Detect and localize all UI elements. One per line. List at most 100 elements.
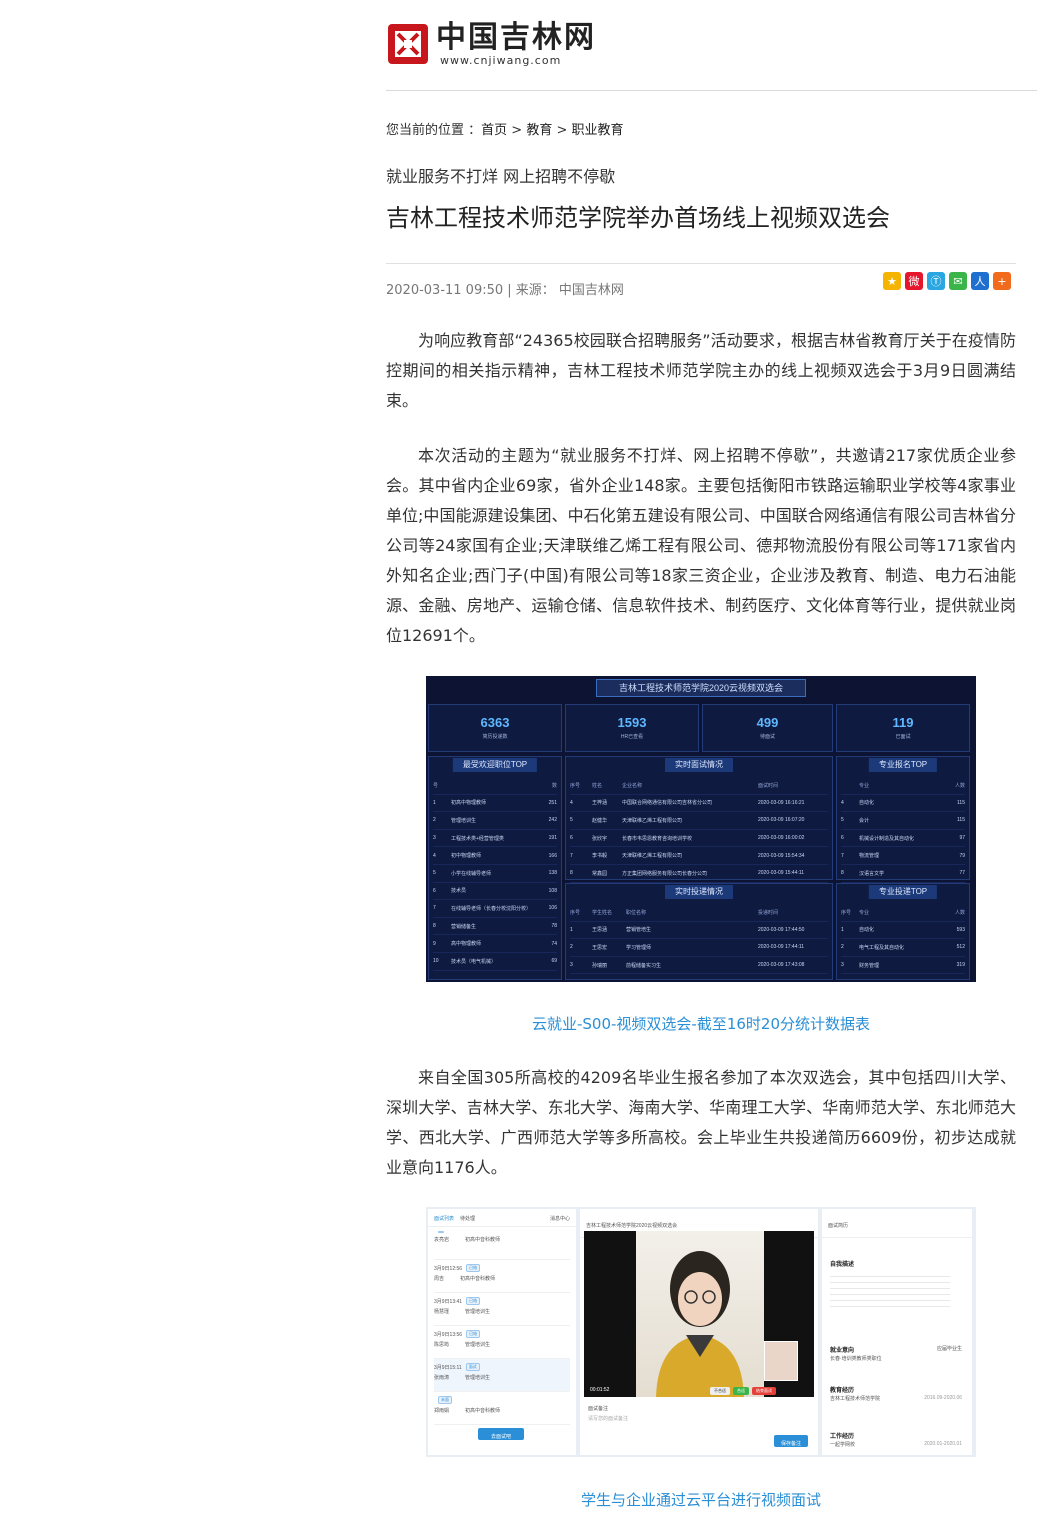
table-cell: 高中物理教师: [451, 941, 482, 948]
article-meta: 2020-03-11 09:50 | 来源： 中国吉林网: [386, 283, 624, 298]
table-cell: 张欣宇: [592, 835, 608, 842]
article-paragraph: 本次活动的主题为“就业服务不打烊、网上招聘不停歇”，共邀请217家优质企业参会。…: [386, 446, 1016, 645]
video-stream: 00:01:52 不合适 合适 结束面试: [584, 1231, 814, 1397]
go-interview-button[interactable]: 去面试吧: [478, 1428, 524, 1440]
panel-title: 实时面试情况: [665, 758, 733, 772]
table-cell: 8: [433, 923, 436, 930]
school-name: 吉林工程技术师范学院: [830, 1396, 881, 1402]
interview-list-item[interactable]: 3月9日15:11 面试 张雨涛 管理培训生: [434, 1359, 570, 1392]
section-work: 工作经历: [830, 1434, 855, 1440]
reject-button[interactable]: 不合适: [710, 1387, 730, 1395]
table-row: 6 机械设计制造及其自动化 97: [841, 830, 965, 848]
status-badge: 已结: [466, 1330, 481, 1338]
table-cell: 7: [570, 852, 573, 859]
table-cell: 小学在线辅导老师: [451, 870, 492, 877]
interview-list-item[interactable]: 未面 郑雨娟 初高中音科教师: [434, 1392, 570, 1425]
table-cell: 天津联维乙烯工程有限公司: [622, 817, 683, 824]
job-title: 初高中音科教师: [465, 1408, 501, 1414]
table-cell: 77: [959, 870, 965, 877]
table-cell: 191: [548, 835, 557, 842]
table-cell: 6: [841, 835, 844, 842]
table-cell: 王思涵: [592, 927, 608, 934]
interview-list-item[interactable]: 3月9日12:56 已结 周吉 初高中音科教师: [434, 1260, 570, 1293]
resume-title: 面试简历: [828, 1223, 849, 1229]
tab-interview-list[interactable]: 面试列表: [434, 1215, 454, 1222]
save-notes-button[interactable]: 保存备注: [774, 1435, 808, 1447]
table-row: 2 电气工程及其自动化 512: [841, 939, 965, 957]
table-row: 5 赵健华 天津联维乙烯工程有限公司 2020-03-09 16:07:20: [570, 812, 828, 830]
table-cell: 王思宏: [592, 944, 608, 951]
site-logo[interactable]: 中国吉林网 www.cnjiwang.com: [386, 18, 596, 70]
table-cell: 4: [433, 852, 436, 859]
table-cell: 3: [570, 962, 573, 969]
header-cell: 职位名称: [626, 909, 647, 916]
header-cell: 面试时间: [758, 782, 779, 789]
table-cell: 3: [841, 962, 844, 969]
table-row: 6 技术员 108: [433, 883, 557, 901]
figure-caption: 学生与企业通过云平台进行视频面试: [580, 1491, 821, 1509]
table-cell: 2: [433, 817, 436, 824]
table-cell: 1: [433, 799, 436, 806]
more-share-icon[interactable]: +: [993, 272, 1011, 290]
breadcrumb: 您当前的位置 ：首页 > 教育 > 职业教育: [386, 119, 624, 138]
tencent-weibo-icon[interactable]: Ⓣ: [927, 272, 945, 290]
panel-title: 实时投递情况: [665, 885, 733, 899]
notes-input[interactable]: 请写您的面试备注: [588, 1415, 628, 1422]
table-row: 6 张欣宇 长春市韦思恩教育咨询培训学校 2020-03-09 16:00:02: [570, 830, 828, 848]
end-interview-button[interactable]: 结束面试: [752, 1387, 776, 1395]
panel-title: 最受欢迎职位TOP: [452, 758, 538, 772]
interview-list-item[interactable]: 3月9日13:56 已结 陈思筠 管理培训生: [434, 1326, 570, 1359]
header-cell: 投递时间: [758, 909, 779, 916]
kpi-label: 待面试: [759, 734, 775, 740]
table-row: 8 汉语言文学 77: [841, 865, 965, 883]
video-timer: 00:01:52: [590, 1387, 610, 1393]
header-cell: 人数: [954, 909, 965, 916]
interview-list-item[interactable]: 3月9日13:41 已结 杨慧瑾 管理培训生: [434, 1293, 570, 1326]
work-dates: 2020.01-2020.01: [924, 1441, 962, 1447]
table-cell: 79: [959, 852, 965, 859]
table-cell: 10: [433, 958, 439, 965]
table-cell: 工程技术类+经营管理类: [451, 835, 504, 842]
table-cell: 管理培训生: [451, 817, 477, 824]
table-cell: 7: [841, 852, 844, 859]
header-cell: 学生姓名: [592, 909, 613, 916]
header-cell: 专业: [859, 909, 870, 916]
table-cell: 自动化: [859, 927, 875, 934]
weibo-icon[interactable]: 微: [905, 272, 923, 290]
renren-icon[interactable]: 人: [971, 272, 989, 290]
accept-button[interactable]: 合适: [733, 1387, 749, 1395]
status-badge: 面试: [465, 1363, 480, 1371]
panel-title: 专业投递TOP: [868, 885, 938, 899]
status-badge: 已结: [466, 1264, 481, 1272]
table-cell: 孙瑞丽: [592, 962, 608, 969]
qzone-icon[interactable]: ★: [883, 272, 901, 290]
header-cell: 企业名称: [622, 782, 643, 789]
table-cell: 6: [570, 835, 573, 842]
article-title: 吉林工程技术师范学院举办首场线上视频双选会: [386, 204, 890, 232]
wechat-icon[interactable]: ✉: [949, 272, 967, 290]
tab-pending[interactable]: 待处理: [460, 1215, 475, 1222]
table-row: 2 王思宏 学习管理师 2020-03-09 17:44:11: [570, 939, 828, 957]
status-badge: [438, 1231, 444, 1233]
table-cell: 财务管理: [859, 962, 880, 969]
table-cell: 常鑫园: [592, 870, 608, 877]
table-cell: 319: [956, 962, 965, 969]
table-cell: 4: [841, 799, 844, 806]
section-self-desc: 自我描述: [830, 1262, 855, 1268]
kpi-label: 已面试: [895, 734, 911, 740]
figure-caption: 云就业-S00-视频双选会-截至16时20分统计数据表: [531, 1015, 871, 1033]
breadcrumb-education[interactable]: 教育: [526, 123, 552, 138]
table-cell: 营销管培生: [626, 927, 652, 934]
table-cell: 138: [548, 870, 557, 877]
breadcrumb-vocational[interactable]: 职业教育: [572, 123, 624, 138]
message-center-link[interactable]: 消息中心: [550, 1215, 570, 1222]
table-header: 专业 人数: [841, 777, 965, 795]
table-row: 1 初高中物理教师 251: [433, 795, 557, 813]
interview-list-item[interactable]: 袁亮岩 初高中音科教师: [434, 1227, 570, 1260]
job-title: 初高中音科教师: [460, 1276, 496, 1282]
self-desc-text: [830, 1271, 950, 1307]
table-cell: 5: [433, 870, 436, 877]
table-cell: 5: [570, 817, 573, 824]
breadcrumb-home[interactable]: 首页: [481, 123, 507, 138]
kpi-value: 119: [892, 715, 914, 730]
